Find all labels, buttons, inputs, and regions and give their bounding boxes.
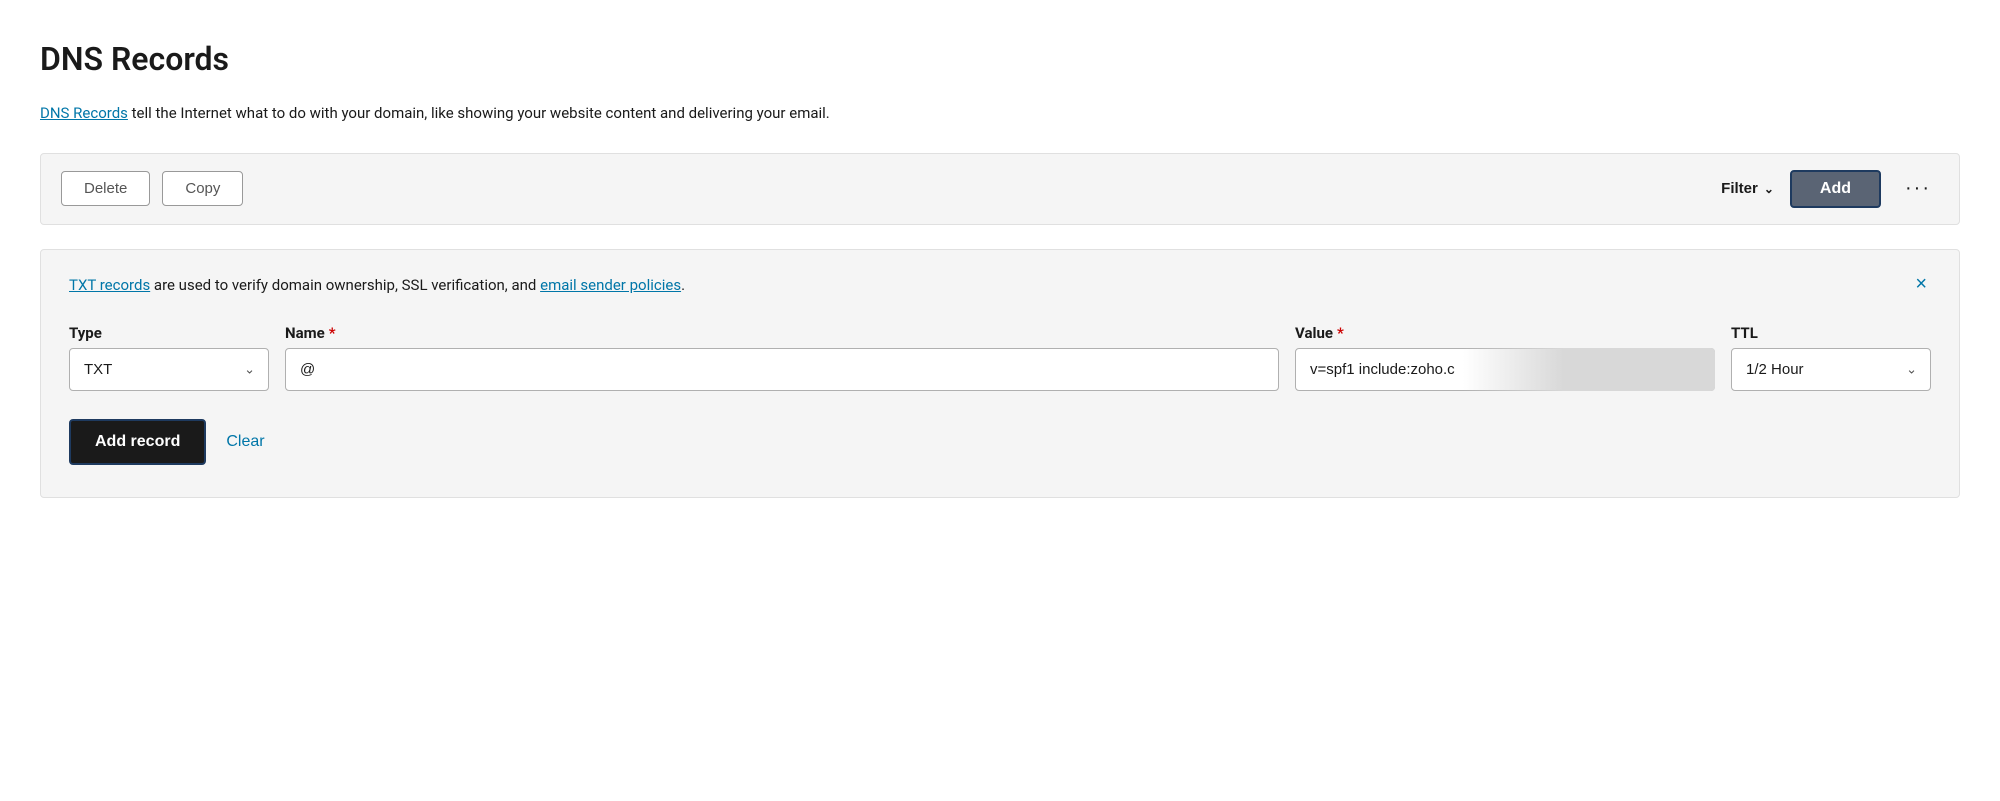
add-button[interactable]: Add [1790, 170, 1881, 208]
add-record-button[interactable]: Add record [69, 419, 206, 465]
value-field-group: Value * [1295, 324, 1715, 391]
type-field-group: Type TXT A AAAA CNAME MX NS SRV CAA ⌄ [69, 324, 269, 391]
toolbar-right: Filter ⌄ Add ··· [1721, 170, 1939, 208]
close-button[interactable]: × [1911, 274, 1931, 294]
toolbar: Delete Copy Filter ⌄ Add ··· [40, 153, 1960, 225]
type-select[interactable]: TXT A AAAA CNAME MX NS SRV CAA [69, 348, 269, 391]
page-title: DNS Records [40, 40, 1960, 78]
value-input-wrapper [1295, 348, 1715, 391]
more-options-button[interactable]: ··· [1897, 173, 1939, 204]
txt-records-link[interactable]: TXT records [69, 276, 150, 294]
name-required-star: * [329, 324, 336, 342]
form-grid: Type TXT A AAAA CNAME MX NS SRV CAA ⌄ Na… [69, 324, 1931, 391]
ttl-field-group: TTL 1/2 Hour 1 Hour 2 Hours 4 Hours 8 Ho… [1731, 324, 1931, 391]
filter-button[interactable]: Filter ⌄ [1721, 180, 1774, 197]
email-sender-policies-link[interactable]: email sender policies [540, 276, 681, 294]
ttl-select-wrapper: 1/2 Hour 1 Hour 2 Hours 4 Hours 8 Hours … [1731, 348, 1931, 391]
toolbar-left: Delete Copy [61, 171, 243, 206]
info-banner-text: TXT records are used to verify domain ow… [69, 274, 685, 297]
delete-button[interactable]: Delete [61, 171, 150, 206]
info-banner: TXT records are used to verify domain ow… [69, 274, 1931, 297]
dns-records-link[interactable]: DNS Records [40, 104, 128, 122]
description-paragraph: DNS Records tell the Internet what to do… [40, 102, 1960, 125]
name-label: Name * [285, 324, 1279, 342]
actions-row: Add record Clear [69, 419, 1931, 465]
ttl-select[interactable]: 1/2 Hour 1 Hour 2 Hours 4 Hours 8 Hours … [1731, 348, 1931, 391]
name-field-group: Name * [285, 324, 1279, 391]
name-input[interactable] [285, 348, 1279, 391]
type-label: Type [69, 324, 269, 342]
copy-button[interactable]: Copy [162, 171, 243, 206]
ttl-label: TTL [1731, 324, 1931, 342]
filter-chevron-icon: ⌄ [1764, 182, 1774, 196]
value-input[interactable] [1295, 348, 1715, 391]
info-panel: TXT records are used to verify domain ow… [40, 249, 1960, 499]
clear-button[interactable]: Clear [226, 421, 264, 463]
value-required-star: * [1337, 324, 1344, 342]
type-select-wrapper: TXT A AAAA CNAME MX NS SRV CAA ⌄ [69, 348, 269, 391]
value-label: Value * [1295, 324, 1715, 342]
